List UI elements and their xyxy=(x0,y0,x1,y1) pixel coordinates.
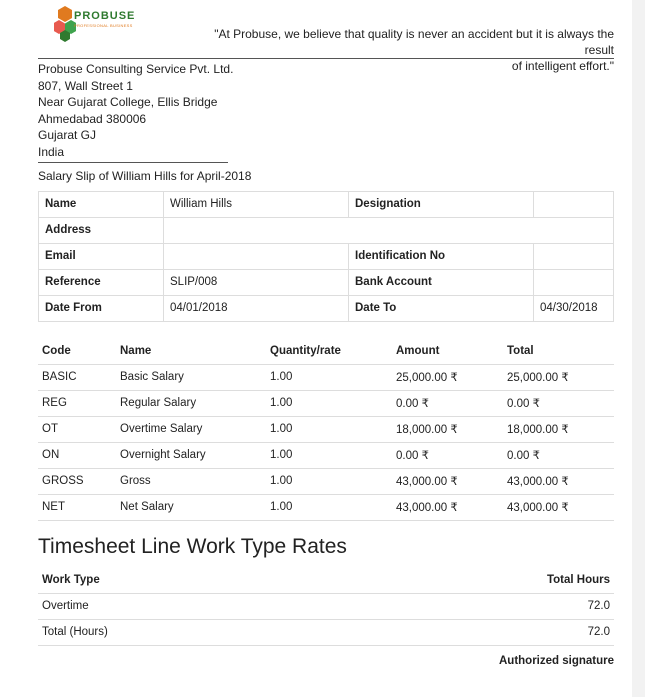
column-header-quantity: Quantity/rate xyxy=(266,337,392,365)
table-row: Address xyxy=(38,216,614,244)
line-name: Overnight Salary xyxy=(116,442,266,469)
line-amount: 0.00 ₹ xyxy=(392,390,503,417)
table-row: BASIC Basic Salary 1.00 25,000.00 ₹ 25,0… xyxy=(38,364,614,391)
table-row: Name William Hills Designation xyxy=(38,190,614,218)
bank-account-label: Bank Account xyxy=(348,268,534,296)
column-header-code: Code xyxy=(38,337,116,365)
name-value: William Hills xyxy=(163,190,349,218)
bank-account-value xyxy=(533,268,614,296)
date-to-value: 04/30/2018 xyxy=(533,294,614,322)
address-line: India xyxy=(38,144,65,159)
reference-label: Reference xyxy=(38,268,164,296)
line-total: 43,000.00 ₹ xyxy=(503,468,614,495)
table-row: ON Overnight Salary 1.00 0.00 ₹ 0.00 ₹ xyxy=(38,442,614,469)
table-row: Reference SLIP/008 Bank Account xyxy=(38,268,614,296)
designation-value xyxy=(533,190,614,218)
address-divider xyxy=(38,161,228,163)
address-value xyxy=(163,216,614,244)
column-header-total-hours: Total Hours xyxy=(331,566,614,594)
line-amount: 0.00 ₹ xyxy=(392,442,503,469)
line-code: NET xyxy=(38,494,116,521)
company-address: Probuse Consulting Service Pvt. Ltd. 807… xyxy=(38,61,614,161)
timesheet-table: Work Type Total Hours Overtime 72.0 Tota… xyxy=(38,566,614,646)
quote-line: of intelligent effort." xyxy=(511,59,614,73)
identification-value xyxy=(533,242,614,270)
logo-text: PROBUSE xyxy=(74,10,136,22)
line-quantity: 1.00 xyxy=(266,468,392,495)
salary-slip-page: PROBUSE PROFESSIONAL BUSINESS "At Probus… xyxy=(0,0,632,697)
line-total: 0.00 ₹ xyxy=(503,390,614,417)
line-quantity: 1.00 xyxy=(266,442,392,469)
column-header-total: Total xyxy=(503,337,614,365)
address-line: 807, Wall Street 1 xyxy=(38,78,133,93)
table-row: Email Identification No xyxy=(38,242,614,270)
table-row: GROSS Gross 1.00 43,000.00 ₹ 43,000.00 ₹ xyxy=(38,468,614,495)
address-line: Ahmedabad 380006 xyxy=(38,111,147,126)
line-amount: 43,000.00 ₹ xyxy=(392,468,503,495)
table-row: REG Regular Salary 1.00 0.00 ₹ 0.00 ₹ xyxy=(38,390,614,417)
work-type: Overtime xyxy=(38,593,332,620)
reference-value: SLIP/008 xyxy=(163,268,349,296)
report-header: PROBUSE PROFESSIONAL BUSINESS "At Probus… xyxy=(38,0,614,73)
timesheet-title: Timesheet Line Work Type Rates xyxy=(38,534,347,558)
designation-label: Designation xyxy=(348,190,534,218)
date-to-label: Date To xyxy=(348,294,534,322)
quote-line: "At Probuse, we believe that quality is … xyxy=(214,27,614,57)
line-name: Net Salary xyxy=(116,494,266,521)
line-amount: 25,000.00 ₹ xyxy=(392,364,503,391)
employee-info-table: Name William Hills Designation Address E… xyxy=(38,190,614,322)
line-total: 18,000.00 ₹ xyxy=(503,416,614,443)
line-quantity: 1.00 xyxy=(266,390,392,417)
address-line: Gujarat GJ xyxy=(38,128,97,143)
line-name: Basic Salary xyxy=(116,364,266,391)
line-total: 0.00 ₹ xyxy=(503,442,614,469)
company-quote: "At Probuse, we believe that quality is … xyxy=(184,26,614,74)
line-name: Regular Salary xyxy=(116,390,266,417)
line-code: BASIC xyxy=(38,364,116,391)
line-code: ON xyxy=(38,442,116,469)
company-logo: PROBUSE PROFESSIONAL BUSINESS xyxy=(54,6,144,42)
email-label: Email xyxy=(38,242,164,270)
column-header-work-type: Work Type xyxy=(38,566,332,594)
salary-lines-table: Code Name Quantity/rate Amount Total BAS… xyxy=(38,337,614,521)
line-total: 43,000.00 ₹ xyxy=(503,494,614,521)
line-quantity: 1.00 xyxy=(266,364,392,391)
column-header-name: Name xyxy=(116,337,266,365)
column-header-amount: Amount xyxy=(392,337,503,365)
date-from-value: 04/01/2018 xyxy=(163,294,349,322)
address-label: Address xyxy=(38,216,164,244)
line-quantity: 1.00 xyxy=(266,494,392,521)
name-label: Name xyxy=(38,190,164,218)
authorized-signature-label: Authorized signature xyxy=(498,655,614,667)
line-code: REG xyxy=(38,390,116,417)
table-row: NET Net Salary 1.00 43,000.00 ₹ 43,000.0… xyxy=(38,494,614,521)
line-amount: 43,000.00 ₹ xyxy=(392,494,503,521)
email-value xyxy=(163,242,349,270)
line-total: 25,000.00 ₹ xyxy=(503,364,614,391)
identification-label: Identification No xyxy=(348,242,534,270)
line-name: Overtime Salary xyxy=(116,416,266,443)
line-code: OT xyxy=(38,416,116,443)
slip-title: Salary Slip of William Hills for April-2… xyxy=(38,168,252,183)
table-header-row: Work Type Total Hours xyxy=(38,566,614,594)
address-line: Near Gujarat College, Ellis Bridge xyxy=(38,95,218,110)
table-row: Overtime 72.0 xyxy=(38,593,614,620)
table-row: Date From 04/01/2018 Date To 04/30/2018 xyxy=(38,294,614,322)
work-type: Total (Hours) xyxy=(38,619,332,646)
line-amount: 18,000.00 ₹ xyxy=(392,416,503,443)
line-name: Gross xyxy=(116,468,266,495)
table-header-row: Code Name Quantity/rate Amount Total xyxy=(38,337,614,365)
line-quantity: 1.00 xyxy=(266,416,392,443)
logo-subtext: PROFESSIONAL BUSINESS xyxy=(74,23,133,28)
total-hours: 72.0 xyxy=(331,619,614,646)
line-code: GROSS xyxy=(38,468,116,495)
table-row: OT Overtime Salary 1.00 18,000.00 ₹ 18,0… xyxy=(38,416,614,443)
date-from-label: Date From xyxy=(38,294,164,322)
total-hours: 72.0 xyxy=(331,593,614,620)
table-row: Total (Hours) 72.0 xyxy=(38,619,614,646)
